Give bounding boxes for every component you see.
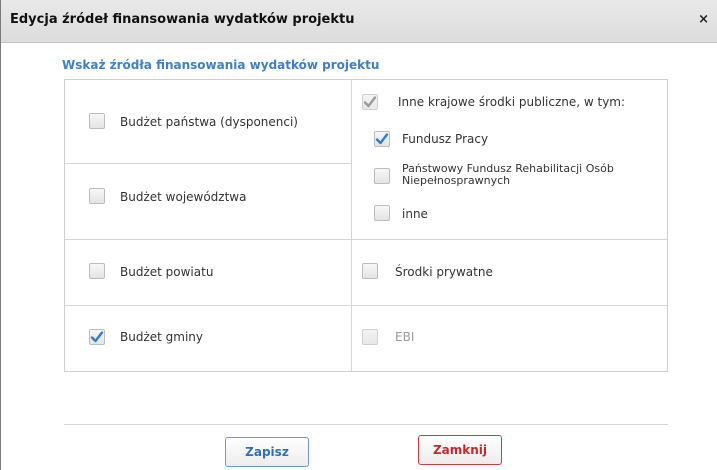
- close-icon[interactable]: ×: [698, 12, 709, 27]
- budzet-powiatu-label: Budżet powiatu: [120, 265, 214, 279]
- funding-sources-grid: Budżet państwa (dysponenci) Budżet wojew…: [64, 79, 668, 372]
- edit-funding-dialog: Edycja źródeł finansowania wydatków proj…: [0, 0, 717, 470]
- ebi-checkbox: [362, 329, 378, 345]
- budzet-gminy-label: Budżet gminy: [120, 330, 204, 344]
- column-divider: [351, 80, 352, 371]
- srodki-prywatne-label: Środki prywatne: [395, 265, 493, 279]
- inne-checkbox[interactable]: [374, 205, 390, 221]
- fundusz-pracy-label: Fundusz Pracy: [402, 132, 489, 146]
- budzet-panstwa-checkbox[interactable]: [89, 113, 105, 129]
- ebi-label: EBI: [395, 330, 415, 344]
- row-divider: [65, 305, 667, 306]
- close-button[interactable]: Zamknij: [418, 435, 502, 465]
- budzet-wojewodztwa-label: Budżet województwa: [120, 190, 247, 204]
- inne-label: inne: [402, 207, 428, 221]
- checkmark-icon: [90, 331, 104, 343]
- budzet-wojewodztwa-checkbox[interactable]: [89, 188, 105, 204]
- srodki-prywatne-checkbox[interactable]: [362, 263, 378, 279]
- inne-krajowe-label: Inne krajowe środki publiczne, w tym:: [398, 95, 626, 109]
- checkmark-icon: [375, 133, 389, 145]
- save-button[interactable]: Zapisz: [225, 437, 309, 467]
- section-heading: Wskaż źródła finansowania wydatków proje…: [62, 58, 380, 72]
- dialog-titlebar[interactable]: Edycja źródeł finansowania wydatków proj…: [1, 0, 717, 43]
- budzet-powiatu-checkbox[interactable]: [89, 263, 105, 279]
- budzet-gminy-checkbox[interactable]: [89, 329, 105, 345]
- budzet-panstwa-label: Budżet państwa (dysponenci): [120, 115, 298, 129]
- row-divider: [65, 163, 351, 164]
- row-divider: [65, 239, 667, 240]
- pfron-label-line2: Niepełnosprawnych: [402, 174, 511, 187]
- fundusz-pracy-checkbox[interactable]: [374, 131, 390, 147]
- dialog-title: Edycja źródeł finansowania wydatków proj…: [10, 12, 355, 27]
- pfron-checkbox[interactable]: [374, 168, 390, 184]
- checkmark-icon: [363, 96, 377, 108]
- footer-divider: [64, 424, 668, 425]
- inne-krajowe-checkbox: [362, 94, 378, 110]
